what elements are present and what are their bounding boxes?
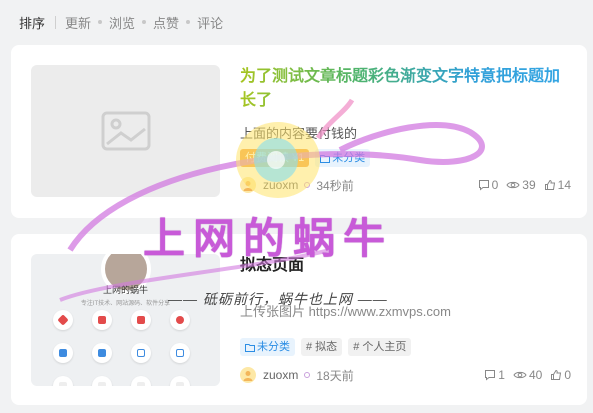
- view-count: 39: [522, 178, 536, 192]
- comment-icon: [485, 370, 496, 381]
- eye-icon: [513, 371, 527, 379]
- thumbs-up-icon: [551, 369, 562, 380]
- post-excerpt: 上面的内容要付钱的: [240, 126, 358, 141]
- folder-icon: [320, 154, 331, 163]
- avatar[interactable]: [240, 367, 256, 383]
- post-card[interactable]: 为了测试文章标题彩色渐变文字特意把标题加长了 上面的内容要付钱的 付费阅读 ¥1…: [11, 45, 587, 218]
- like-count: 0: [564, 368, 571, 382]
- post-time: 18天前: [316, 368, 354, 383]
- like-stat[interactable]: 0: [550, 368, 571, 382]
- category-label: 未分类: [257, 341, 290, 353]
- mail-icon: [170, 343, 190, 363]
- like-stat[interactable]: 14: [544, 178, 571, 192]
- eye-icon: [506, 181, 520, 189]
- separator-dot: [304, 182, 311, 188]
- sort-bar: 排序 更新 浏览 点赞 评论: [19, 12, 223, 32]
- app-icon: [53, 343, 73, 363]
- view-stat: 40: [513, 368, 542, 382]
- post-meta: zuoxm 34秒前 0 39 14: [240, 176, 571, 194]
- diamond-icon: [53, 310, 73, 330]
- comment-count: 1: [498, 368, 505, 382]
- comment-stat: 0: [478, 178, 499, 192]
- post-thumbnail[interactable]: 上网的蜗牛 专注IT技术、网站源码、软件分享: [31, 254, 220, 386]
- divider: [55, 15, 57, 29]
- post-title[interactable]: 拟态页面: [240, 254, 304, 278]
- appstore-icon: [131, 343, 151, 363]
- folder-icon: [245, 343, 255, 352]
- tag-personal-home[interactable]: # 个人主页: [348, 338, 412, 356]
- book-icon: [92, 310, 112, 330]
- tag-mimicry[interactable]: # 拟态: [301, 338, 343, 356]
- post-meta: zuoxm 18天前 1 40 0: [240, 366, 571, 384]
- like-count: 14: [557, 178, 571, 192]
- avatar[interactable]: [240, 177, 256, 193]
- circle-icon: [131, 376, 151, 386]
- paid-badge: 付费阅读 ¥1: [240, 149, 310, 167]
- sort-option-likes[interactable]: 点赞: [153, 13, 179, 32]
- post-card[interactable]: 上网的蜗牛 专注IT技术、网站源码、软件分享 拟态页面 上传张图片 https:…: [11, 234, 587, 405]
- sort-title: 排序: [19, 15, 46, 31]
- post-title[interactable]: 为了测试文章标题彩色渐变文字特意把标题加长了: [240, 65, 570, 113]
- image-placeholder-icon: [101, 111, 150, 151]
- category-tag[interactable]: 未分类: [240, 338, 295, 356]
- circle-icon: [53, 376, 73, 386]
- tag-list: 付费阅读 ¥1 未分类: [240, 149, 371, 167]
- separator-dot: [98, 20, 103, 24]
- comment-stat: 1: [484, 368, 505, 382]
- weibo-icon: [170, 310, 190, 330]
- sort-option-update[interactable]: 更新: [65, 13, 91, 32]
- bag-icon: [131, 310, 151, 330]
- comment-icon: [478, 180, 489, 191]
- view-stat: 39: [506, 178, 536, 192]
- author-name[interactable]: zuoxm: [263, 178, 298, 192]
- post-time: 34秒前: [316, 178, 354, 193]
- separator-dot: [304, 372, 311, 378]
- separator-dot: [142, 20, 147, 24]
- comment-count: 0: [491, 178, 499, 192]
- separator-dot: [186, 20, 191, 24]
- view-count: 40: [528, 368, 543, 382]
- post-stats: 1 40 0: [484, 368, 571, 382]
- tag-list: 未分类 # 拟态 # 个人主页: [240, 338, 412, 356]
- thumbs-up-icon: [544, 179, 555, 190]
- post-thumbnail[interactable]: [31, 65, 220, 197]
- thumbnail-site-name: 上网的蜗牛: [102, 285, 148, 295]
- thumbnail-site-desc: 专注IT技术、网站源码、软件分享: [80, 301, 171, 307]
- circle-icon: [92, 376, 112, 386]
- calendar-icon: [92, 343, 112, 363]
- post-stats: 0 39 14: [478, 178, 571, 192]
- circle-icon: [170, 376, 190, 386]
- category-tag[interactable]: 未分类: [315, 149, 371, 167]
- sort-option-views[interactable]: 浏览: [109, 13, 135, 32]
- thumbnail-icon-grid: [53, 310, 190, 386]
- post-excerpt: 上传张图片 https://www.zxmvps.com: [240, 304, 451, 319]
- sort-option-comments[interactable]: 评论: [197, 13, 223, 32]
- author-name[interactable]: zuoxm: [263, 368, 298, 382]
- category-label: 未分类: [332, 152, 366, 164]
